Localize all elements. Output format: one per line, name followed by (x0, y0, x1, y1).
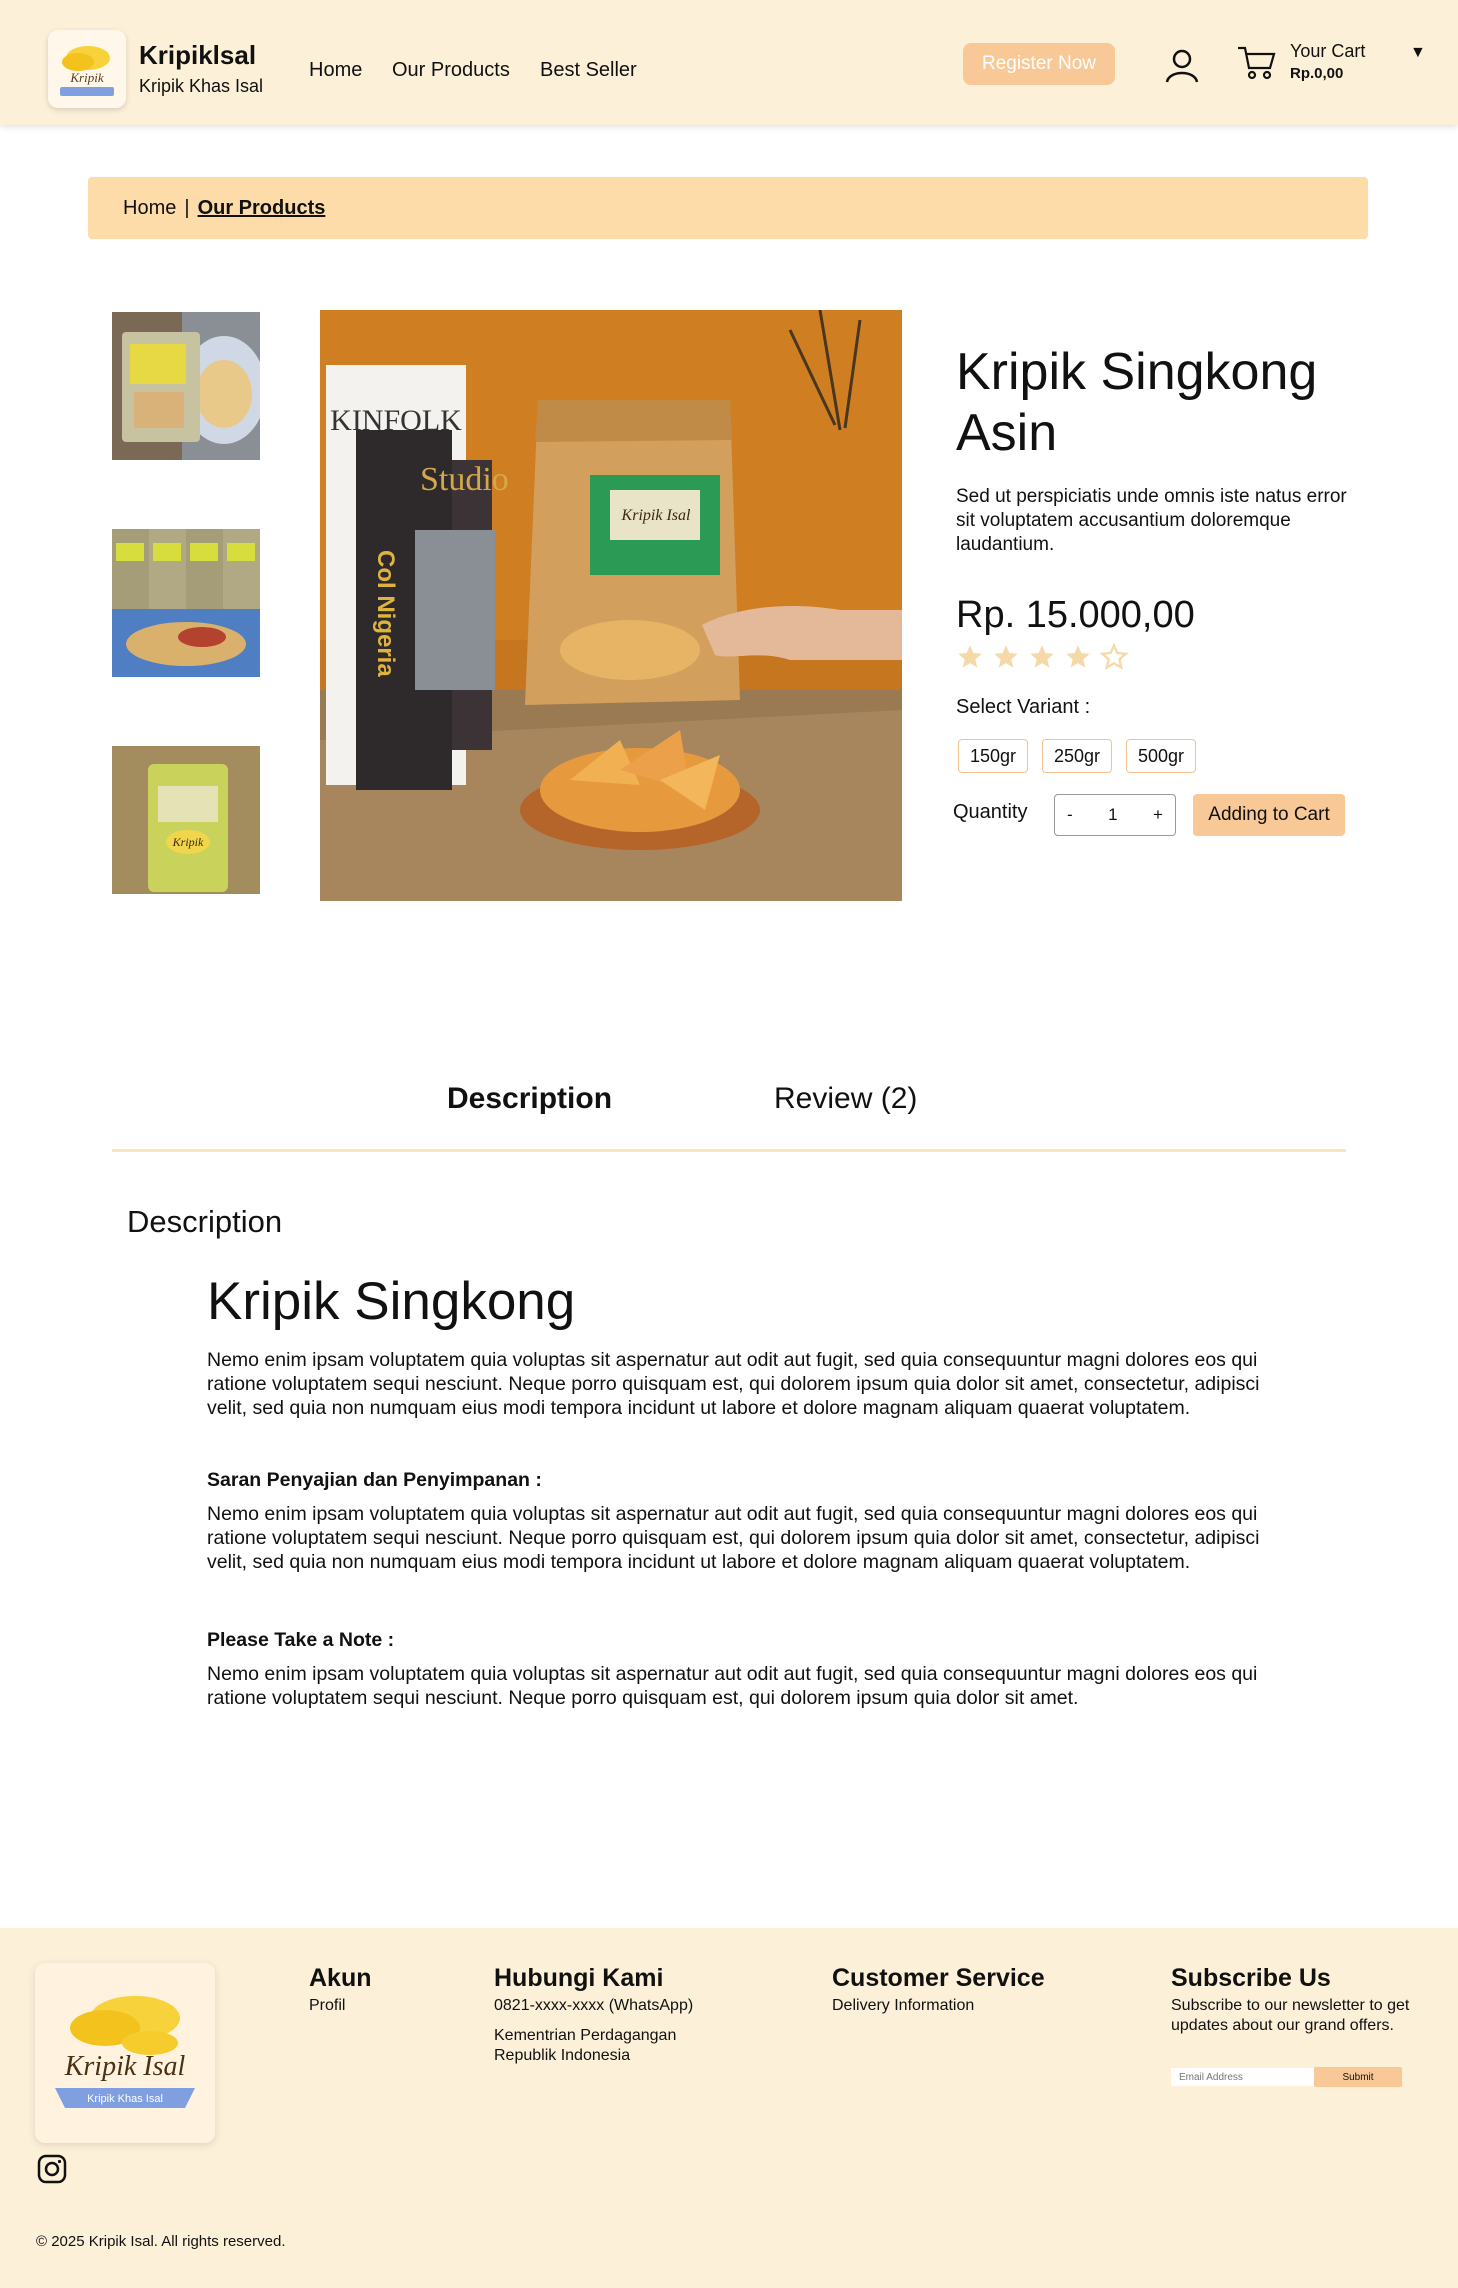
instagram-icon[interactable] (36, 2153, 68, 2185)
submit-button[interactable]: Submit (1314, 2067, 1402, 2087)
footer-hubungi-title: Hubungi Kami (494, 1964, 664, 1992)
svg-text:Kripik: Kripik (172, 835, 204, 849)
star-icon[interactable] (1028, 643, 1056, 671)
copyright-text: © 2025 Kripik Isal. All rights reserved. (36, 2233, 286, 2250)
svg-text:Kripik Isal: Kripik Isal (621, 507, 691, 524)
brand-subtitle: Kripik Khas Isal (139, 76, 264, 96)
footer-cs-title: Customer Service (832, 1964, 1045, 1992)
star-outline-icon[interactable] (1100, 643, 1128, 671)
footer-logo[interactable]: Kripik Isal Kripik Khas Isal (35, 1963, 215, 2143)
product-main-image: KINFOLK Col Nigeria Studio Kripik Isal (320, 310, 902, 901)
quantity-label: Quantity (953, 801, 1028, 823)
footer-akun-title: Akun (309, 1964, 372, 1992)
footer-logo-ribbon: Kripik Khas Isal (87, 2093, 163, 2105)
cart-total: Rp.0,00 (1290, 65, 1344, 82)
quantity-stepper[interactable]: - 1 + (1054, 794, 1176, 836)
variant-150gr-button[interactable]: 150gr (958, 739, 1028, 773)
footer-organization: Kementrian Perdagangan Republik Indonesi… (494, 2027, 677, 2064)
user-icon[interactable] (1162, 46, 1202, 86)
description-paragraph-2: Nemo enim ipsam voluptatem quia voluptas… (207, 1503, 1260, 1573)
description-paragraph-1: Nemo enim ipsam voluptatem quia voluptas… (207, 1349, 1260, 1419)
variant-250gr-button[interactable]: 250gr (1042, 739, 1112, 773)
tab-review[interactable]: Review (2) (774, 1082, 917, 1116)
variant-label: Select Variant : (956, 696, 1091, 718)
nav-best-seller[interactable]: Best Seller (540, 59, 637, 82)
breadcrumb: Home | Our Products (88, 177, 1368, 239)
nav-home[interactable]: Home (309, 59, 362, 82)
description-paragraph-3: Nemo enim ipsam voluptatem quia voluptas… (207, 1663, 1258, 1709)
cart-label[interactable]: Your Cart (1290, 41, 1365, 62)
breadcrumb-current[interactable]: Our Products (198, 197, 326, 220)
product-title: Kripik Singkong Asin (956, 343, 1318, 462)
svg-text:Kripik: Kripik (69, 70, 103, 85)
svg-text:Studio: Studio (420, 461, 509, 498)
subscribe-text: Subscribe to our newsletter to get updat… (1171, 1997, 1410, 2034)
nav-our-products[interactable]: Our Products (392, 59, 510, 82)
product-price: Rp. 15.000,00 (956, 594, 1195, 636)
star-icon[interactable] (956, 643, 984, 671)
quantity-increase-button[interactable]: + (1153, 805, 1163, 825)
cart-dropdown-icon[interactable]: ▼ (1410, 44, 1426, 62)
cart-icon[interactable] (1236, 42, 1278, 84)
brand-logo[interactable]: Kripik (48, 30, 126, 108)
svg-text:Col Nigeria: Col Nigeria (372, 550, 399, 677)
footer-logo-text: Kripik Isal (64, 2051, 186, 2082)
product-description: Sed ut perspiciatis unde omnis iste natu… (956, 486, 1347, 555)
footer-link-delivery[interactable]: Delivery Information (832, 1996, 974, 2016)
add-to-cart-button[interactable]: Adding to Cart (1193, 794, 1345, 836)
quantity-value[interactable]: 1 (1108, 805, 1117, 825)
variant-500gr-button[interactable]: 500gr (1126, 739, 1196, 773)
quantity-decrease-button[interactable]: - (1067, 805, 1073, 825)
product-thumbnail-3[interactable]: Kripik (112, 746, 260, 894)
product-thumbnail-2[interactable] (112, 529, 260, 677)
tab-divider (112, 1149, 1346, 1152)
footer-link-profil[interactable]: Profil (309, 1996, 345, 2016)
breadcrumb-home[interactable]: Home (123, 197, 176, 220)
section-heading: Description (127, 1204, 283, 1239)
footer-phone[interactable]: 0821-xxxx-xxxx (WhatsApp) (494, 1996, 693, 2016)
serving-storage-heading: Saran Penyajian dan Penyimpanan : (207, 1469, 542, 1491)
star-icon[interactable] (992, 643, 1020, 671)
tab-description[interactable]: Description (447, 1082, 612, 1116)
breadcrumb-separator: | (184, 196, 190, 219)
product-thumbnail-1[interactable] (112, 312, 260, 460)
site-header: Kripik Kripiklsal Kripik Khas Isal Home … (0, 0, 1458, 125)
content-title: Kripik Singkong (207, 1272, 576, 1331)
email-field[interactable] (1171, 2068, 1314, 2086)
footer-subscribe-title: Subscribe Us (1171, 1964, 1331, 1992)
note-heading: Please Take a Note : (207, 1629, 395, 1651)
brand-title: Kripiklsal (139, 40, 257, 70)
star-icon[interactable] (1064, 643, 1092, 671)
rating-stars[interactable] (956, 643, 1128, 671)
register-button[interactable]: Register Now (963, 43, 1115, 85)
